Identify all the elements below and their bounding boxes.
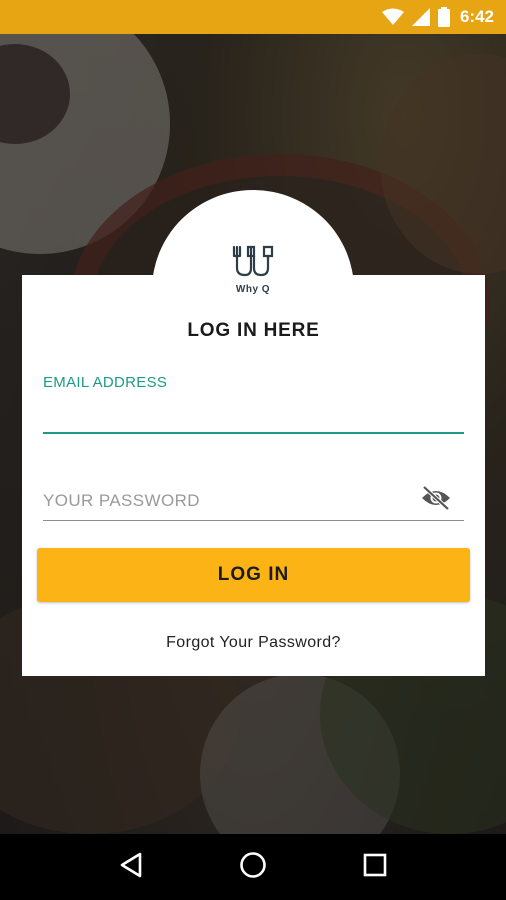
logo-text: Why Q [235, 284, 271, 295]
status-bar: 6:42 [0, 0, 506, 34]
email-label: EMAIL ADDRESS [43, 374, 168, 391]
login-button[interactable]: LOG IN [37, 548, 470, 602]
back-icon [119, 852, 143, 883]
system-nav-bar [0, 834, 506, 900]
recents-button[interactable] [355, 847, 395, 887]
app-logo: Why Q [231, 244, 275, 296]
battery-icon [437, 7, 450, 27]
recents-icon [363, 853, 387, 882]
eye-off-icon [420, 485, 452, 516]
home-icon [239, 851, 267, 884]
status-time: 6:42 [459, 7, 494, 26]
signal-icon [411, 8, 430, 26]
back-button[interactable] [111, 847, 151, 887]
password-underline [43, 520, 464, 521]
forgot-password-link[interactable]: Forgot Your Password? [22, 634, 485, 652]
password-field[interactable] [43, 482, 423, 520]
page-title: LOG IN HERE [187, 320, 320, 341]
password-visibility-toggle[interactable] [420, 484, 452, 516]
email-field[interactable] [43, 400, 464, 434]
utensils-logo-icon [231, 244, 275, 283]
wifi-icon [381, 8, 404, 26]
home-button[interactable] [233, 847, 273, 887]
